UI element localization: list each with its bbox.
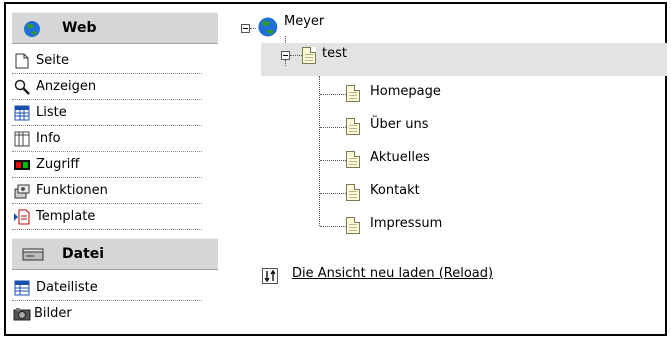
nav-item-liste[interactable]: Liste (12, 100, 202, 126)
nav-item-seite[interactable]: Seite (12, 48, 202, 74)
magnifier-icon (14, 79, 30, 95)
nav-label: Dateiliste (36, 280, 98, 295)
nav-item-bilder[interactable]: Bilder (12, 301, 202, 327)
collapse-toggle-test[interactable] (281, 51, 290, 60)
tree-child-label[interactable]: test (322, 46, 347, 61)
info-icon (14, 131, 30, 147)
page-icon (346, 184, 360, 201)
tree-connector (320, 127, 346, 128)
tree-page-label[interactable]: Homepage (370, 84, 441, 99)
functions-icon (14, 184, 30, 199)
module-sidebar: Web Seite Anzeigen Liste Info Zugriff Fu… (6, 4, 228, 334)
collapse-toggle-root[interactable] (241, 24, 250, 33)
section-header-datei[interactable]: Datei (12, 238, 218, 270)
nav-label: Info (36, 131, 61, 146)
filelist-icon (14, 280, 30, 296)
page-tree: Meyer test Homepage Über uns Aktuelles K… (236, 4, 667, 334)
images-icon (13, 308, 31, 321)
page-icon (346, 151, 360, 168)
nav-label: Template (36, 209, 96, 224)
nav-label: Liste (36, 105, 67, 120)
section-header-web[interactable]: Web (12, 12, 218, 44)
tree-connector (319, 76, 320, 226)
nav-label: Zugriff (36, 157, 80, 172)
divider (228, 4, 236, 334)
tree-page-label[interactable]: Impressum (370, 216, 442, 231)
nav-item-anzeigen[interactable]: Anzeigen (12, 74, 202, 100)
page-icon (346, 85, 360, 102)
page-icon (15, 53, 29, 69)
nav-label: Funktionen (36, 183, 108, 198)
reload-icon (262, 268, 278, 284)
page-icon (346, 118, 360, 135)
nav-item-funktionen[interactable]: Funktionen (12, 178, 202, 204)
tree-connector (320, 226, 346, 227)
section-title-datei: Datei (62, 246, 105, 262)
nav-label: Bilder (34, 306, 72, 321)
nav-label: Seite (36, 53, 69, 68)
tree-page-label[interactable]: Kontakt (370, 183, 420, 198)
nav-item-template[interactable]: Template (12, 204, 202, 230)
globe-icon (24, 21, 40, 37)
access-icon (14, 160, 30, 170)
tree-connector (320, 193, 346, 194)
tree-connector (320, 160, 346, 161)
nav-item-dateiliste[interactable]: Dateiliste (12, 275, 202, 301)
tree-connector (320, 94, 346, 95)
main-frame: Web Seite Anzeigen Liste Info Zugriff Fu… (4, 2, 667, 336)
list-icon (14, 105, 30, 121)
tree-connector (290, 55, 302, 56)
template-icon (14, 209, 30, 225)
nav-item-info[interactable]: Info (12, 126, 202, 152)
section-title-web: Web (62, 20, 97, 36)
nav-item-zugriff[interactable]: Zugriff (12, 152, 202, 178)
reload-label[interactable]: Die Ansicht neu laden (Reload) (292, 266, 493, 281)
page-icon (302, 47, 316, 64)
nav-label: Anzeigen (36, 79, 97, 94)
page-icon (346, 217, 360, 234)
tree-page-label[interactable]: Aktuelles (370, 150, 430, 165)
globe-icon (258, 17, 278, 37)
tree-page-label[interactable]: Über uns (370, 117, 429, 132)
tree-connector (285, 60, 286, 66)
drive-icon (22, 248, 44, 261)
tree-root-label[interactable]: Meyer (284, 14, 324, 29)
